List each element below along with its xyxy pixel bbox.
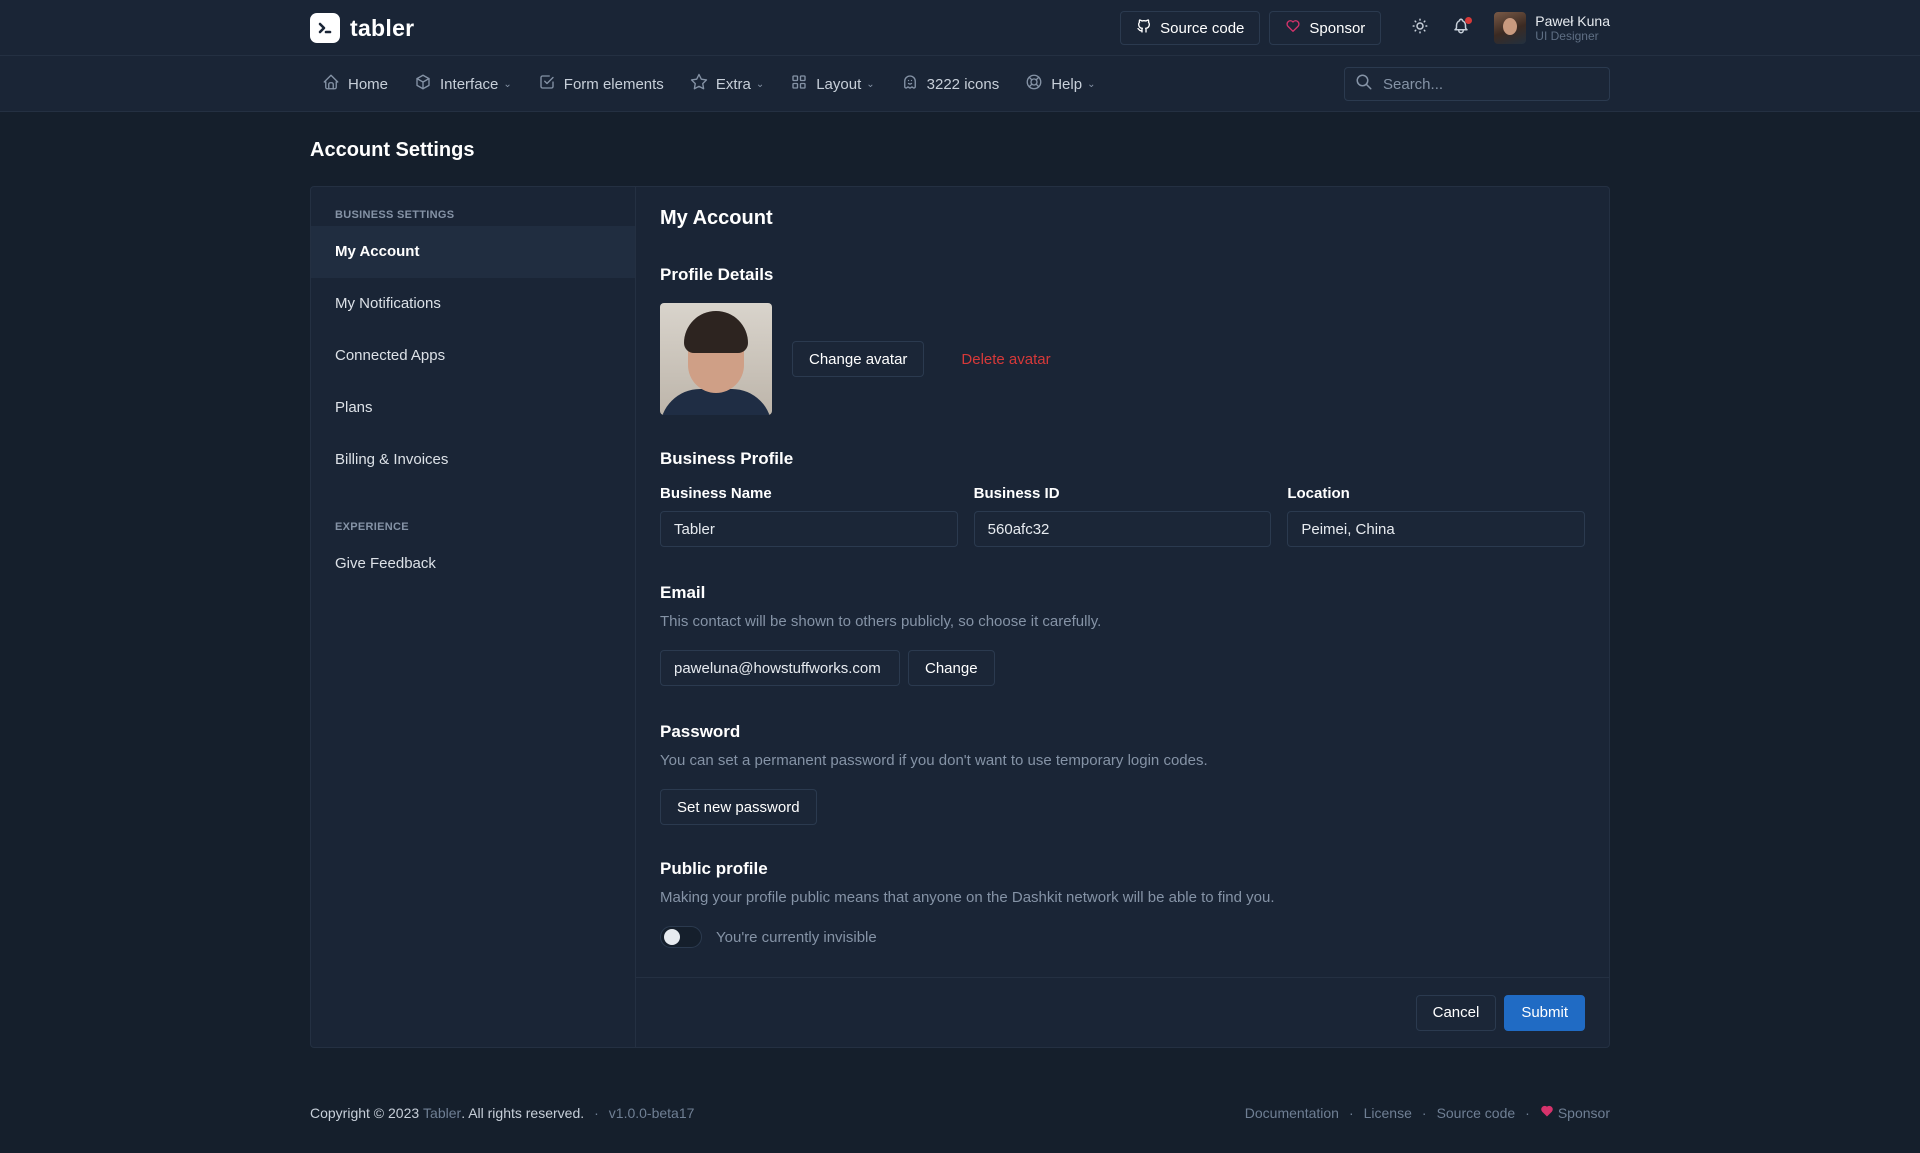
nav-item-interface[interactable]: Interface ⌄ [401, 56, 525, 112]
profile-avatar [660, 303, 772, 415]
settings-sidebar: Business settings My Account My Notifica… [311, 187, 636, 1047]
sidebar-item-billing-invoices[interactable]: Billing & Invoices [311, 434, 635, 486]
notifications-button[interactable] [1445, 12, 1477, 44]
chevron-down-icon: ⌄ [503, 78, 512, 90]
public-profile-toggle[interactable] [660, 926, 702, 948]
profile-details-heading: Profile Details [660, 265, 774, 284]
brand-logo-link[interactable]: tabler [310, 13, 414, 43]
business-profile-heading: Business Profile [660, 449, 794, 468]
chevron-down-icon: ⌄ [755, 78, 765, 90]
heart-icon [1285, 18, 1301, 38]
sponsor-label: Sponsor [1309, 19, 1366, 37]
notification-badge [1465, 17, 1473, 24]
public-profile-heading: Public profile [660, 859, 768, 878]
business-name-input[interactable]: Tabler [660, 511, 958, 547]
nav-label: Extra [715, 75, 751, 93]
search-box [1344, 67, 1610, 101]
ghost-icon [901, 73, 919, 95]
lifebuoy-icon [1025, 73, 1043, 95]
change-email-button[interactable]: Change [908, 650, 995, 686]
business-name-label: Business Name [660, 485, 772, 502]
brand-name: tabler [350, 14, 415, 41]
search-input[interactable] [1383, 75, 1583, 93]
tabler-link[interactable]: Tabler [423, 1105, 461, 1121]
password-description: You can set a permanent password if you … [660, 752, 1208, 769]
main-navbar: Home Interface ⌄ Form elements Extra ⌄ L… [0, 56, 1920, 112]
nav-label: Home [348, 75, 389, 93]
home-icon [322, 73, 340, 95]
avatar [1494, 12, 1527, 44]
sun-icon [1411, 17, 1429, 39]
public-profile-description: Making your profile public means that an… [660, 889, 1275, 906]
layout-grid-icon [790, 73, 808, 95]
set-new-password-button[interactable]: Set new password [660, 789, 817, 825]
checkbox-icon [538, 73, 556, 95]
sidebar-heading-business: Business settings [335, 209, 455, 221]
cancel-button[interactable]: Cancel [1415, 994, 1497, 1031]
tabler-logo-icon [310, 13, 340, 43]
footer-link-source-code[interactable]: Source code [1437, 1105, 1516, 1121]
nav-label: Help [1051, 75, 1083, 93]
nav-item-layout[interactable]: Layout ⌄ [777, 56, 887, 112]
sidebar-item-connected-apps[interactable]: Connected Apps [311, 330, 635, 382]
theme-toggle-button[interactable] [1404, 12, 1436, 44]
nav-label: Layout [816, 75, 862, 93]
nav-item-extra[interactable]: Extra ⌄ [677, 56, 777, 112]
location-input[interactable]: Peimei, China [1287, 511, 1586, 547]
chevron-down-icon: ⌄ [1087, 78, 1096, 90]
source-code-button[interactable]: Source code [1120, 11, 1261, 45]
delete-avatar-button[interactable]: Delete avatar [944, 341, 1067, 377]
sidebar-item-my-account[interactable]: My Account [311, 226, 635, 278]
version-link[interactable]: v1.0.0-beta17 [609, 1105, 695, 1121]
sponsor-button[interactable]: Sponsor [1269, 11, 1382, 45]
nav-item-home[interactable]: Home [310, 56, 401, 112]
nav-label: Form elements [563, 75, 664, 93]
email-field[interactable]: paweluna@howstuffworks.com [660, 650, 900, 686]
sidebar-heading-experience: Experience [335, 521, 409, 533]
location-label: Location [1287, 485, 1350, 502]
card-footer: Cancel Submit [636, 977, 1609, 1047]
heart-icon [1540, 1104, 1554, 1121]
submit-button[interactable]: Submit [1504, 994, 1585, 1031]
sidebar-item-my-notifications[interactable]: My Notifications [311, 278, 635, 330]
copyright-prefix: Copyright © 2023 [310, 1104, 420, 1121]
footer-link-sponsor[interactable]: Sponsor [1540, 1104, 1610, 1121]
footer-link-license[interactable]: License [1364, 1105, 1412, 1121]
email-heading: Email [660, 583, 706, 602]
password-heading: Password [660, 722, 741, 741]
account-main: My Account Profile Details Change avatar… [636, 187, 1609, 1047]
sidebar-item-give-feedback[interactable]: Give Feedback [311, 538, 635, 590]
package-icon [414, 73, 432, 95]
source-code-label: Source code [1160, 19, 1245, 37]
sidebar-item-plans[interactable]: Plans [311, 382, 635, 434]
user-name: Paweł Kuna [1535, 13, 1610, 29]
business-id-label: Business ID [973, 485, 1060, 502]
sponsor-link-label: Sponsor [1557, 1104, 1610, 1121]
star-icon [690, 73, 708, 95]
nav-label: Interface [440, 75, 499, 93]
footer-link-documentation[interactable]: Documentation [1245, 1105, 1339, 1121]
business-id-input[interactable]: 560afc32 [973, 511, 1272, 547]
nav-label: 3222 icons [926, 75, 1000, 93]
nav-item-help[interactable]: Help ⌄ [1012, 56, 1108, 112]
search-icon [1355, 73, 1373, 95]
chevron-down-icon: ⌄ [866, 78, 875, 90]
page-footer: Copyright © 2023 Tabler. All rights rese… [310, 1104, 1610, 1121]
top-header: tabler Source code Sponsor Paweł Kuna UI… [0, 0, 1920, 56]
toggle-label: You're currently invisible [716, 928, 877, 946]
nav-item-icons[interactable]: 3222 icons [888, 56, 1013, 112]
user-role: UI Designer [1535, 29, 1599, 43]
nav-item-form-elements[interactable]: Form elements [525, 56, 677, 112]
email-description: This contact will be shown to others pub… [660, 613, 1102, 630]
settings-card: Business settings My Account My Notifica… [310, 186, 1610, 1048]
copyright-suffix: . All rights reserved. [461, 1104, 585, 1121]
github-icon [1136, 18, 1152, 38]
change-avatar-button[interactable]: Change avatar [792, 341, 925, 377]
section-title: My Account [660, 207, 773, 229]
page-title: Account Settings [310, 139, 475, 161]
user-menu[interactable]: Paweł Kuna UI Designer [1494, 12, 1610, 44]
